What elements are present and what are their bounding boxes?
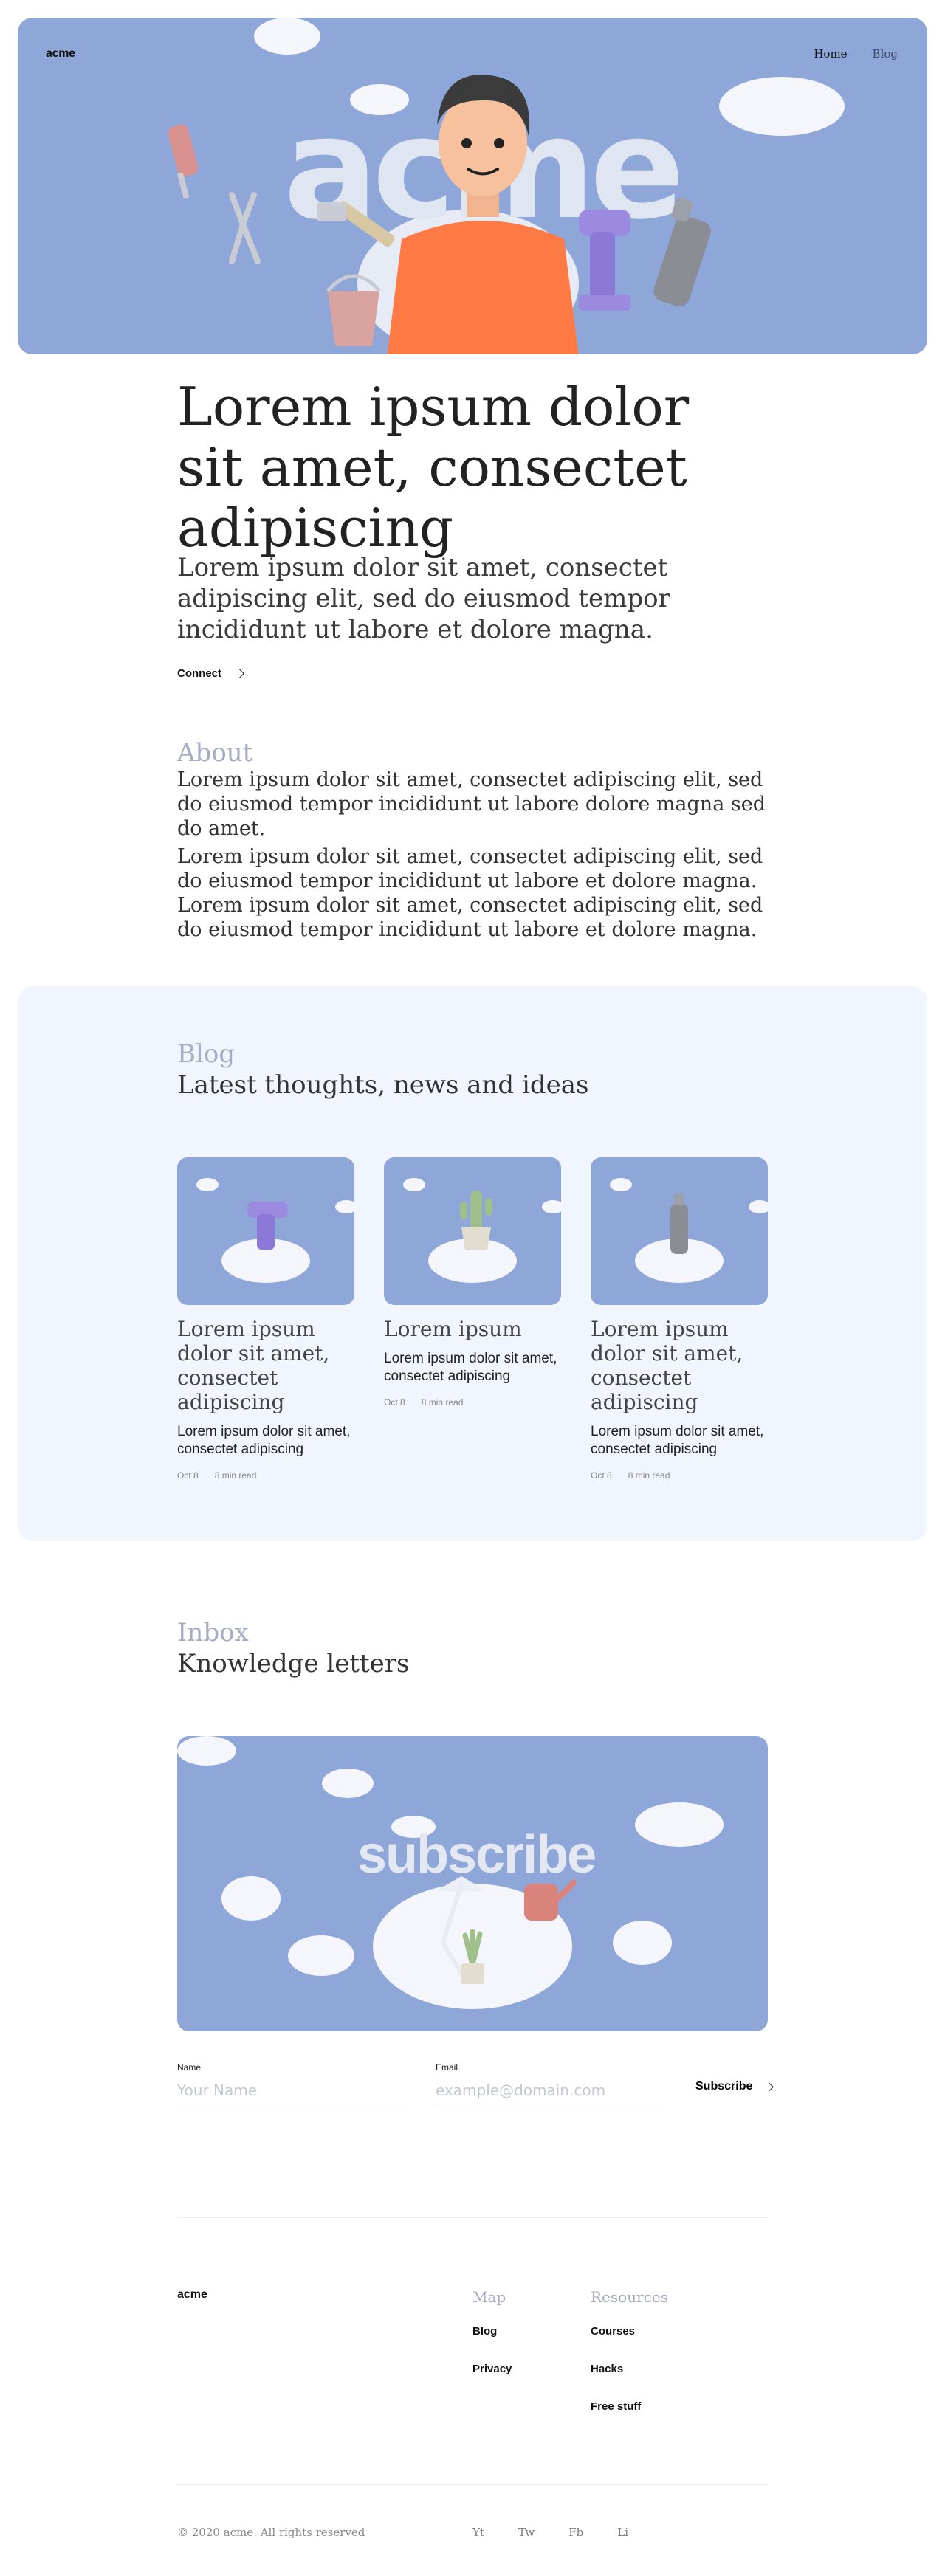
subscribe-button[interactable]: Subscribe: [695, 2080, 774, 2093]
subscribe-button-label: Subscribe: [695, 2080, 753, 2093]
blog-card-image: [591, 1157, 768, 1305]
blog-card-meta: Oct 8 8 min read: [384, 1397, 561, 1408]
cloud-decoration: [335, 1200, 354, 1213]
blog-card-title[interactable]: Lorem ipsum dolor sit amet, consectet ad…: [177, 1317, 354, 1414]
name-field-group: Name: [177, 2062, 408, 2107]
footer-logo[interactable]: acme: [177, 2288, 207, 2301]
blog-card-image: [177, 1157, 354, 1305]
nav-blog[interactable]: Blog: [873, 47, 898, 61]
page-headline: Lorem ipsum dolor sit amet, consectet ad…: [177, 376, 690, 559]
plant-icon: [461, 1929, 484, 1984]
main-nav: Home Blog: [814, 47, 898, 61]
inbox-subtitle: Knowledge letters: [177, 1649, 410, 1678]
blog-card-date: Oct 8: [591, 1470, 612, 1481]
blog-card-description: Lorem ipsum dolor sit amet, consectet ad…: [591, 1424, 764, 1457]
email-field-group: Email: [436, 2062, 666, 2107]
hero-banner: acme Home Blog acme: [18, 18, 927, 354]
blog-card[interactable]: Lorem ipsum dolor sit amet, consectet ad…: [177, 1157, 354, 1481]
cloud-decoration: [542, 1200, 561, 1213]
social-links: Yt Tw Fb Li: [472, 2526, 628, 2539]
cloud-decoration: [610, 1178, 632, 1191]
blog-card-image: [384, 1157, 561, 1305]
chevron-right-icon: [235, 669, 244, 678]
bottle-icon: [653, 197, 711, 307]
connect-label: Connect: [177, 667, 221, 680]
screwdriver-icon: [168, 124, 199, 199]
blog-card[interactable]: Lorem ipsum Lorem ipsum dolor sit amet, …: [384, 1157, 561, 1408]
email-input[interactable]: [436, 2079, 666, 2107]
inbox-title: Inbox: [177, 1618, 249, 1647]
name-input[interactable]: [177, 2079, 408, 2107]
bucket-icon: [326, 274, 381, 346]
email-label: Email: [436, 2062, 458, 2073]
cloud-decoration: [635, 1802, 724, 1847]
about-title: About: [177, 738, 253, 768]
pliers-icon: [229, 192, 261, 264]
header-logo[interactable]: acme: [46, 47, 75, 61]
footer-link-hacks[interactable]: Hacks: [591, 2363, 668, 2375]
social-youtube-link[interactable]: Yt: [472, 2526, 484, 2539]
drill-icon: [579, 210, 630, 311]
blog-card-meta: Oct 8 8 min read: [177, 1470, 354, 1481]
cloud-decoration: [719, 77, 845, 136]
footer-link-courses[interactable]: Courses: [591, 2325, 668, 2338]
social-facebook-link[interactable]: Fb: [568, 2526, 583, 2539]
social-linkedin-link[interactable]: Li: [617, 2526, 628, 2539]
footer-map-title: Map: [472, 2288, 506, 2306]
copyright-text: © 2020 acme. All rights reserved: [177, 2526, 365, 2539]
cloud-decoration: [749, 1200, 768, 1213]
blog-card-description: Lorem ipsum dolor sit amet, consectet ad…: [177, 1424, 351, 1457]
blog-card-date: Oct 8: [384, 1397, 405, 1408]
footer-link-free-stuff[interactable]: Free stuff: [591, 2400, 668, 2413]
cloud-decoration: [403, 1178, 425, 1191]
hammer-icon: [317, 201, 395, 247]
footer-map-column: Map Blog Privacy: [472, 2288, 512, 2400]
cloud-decoration: [254, 18, 320, 55]
footer-divider: [177, 2217, 768, 2218]
cloud-decoration: [288, 1935, 354, 1976]
social-twitter-link[interactable]: Tw: [518, 2526, 535, 2539]
blog-card-title[interactable]: Lorem ipsum: [384, 1317, 561, 1341]
footer-resources-title: Resources: [591, 2288, 668, 2306]
cloud-decoration: [613, 1921, 672, 1965]
name-label: Name: [177, 2062, 202, 2073]
footer-resources-column: Resources Courses Hacks Free stuff: [591, 2288, 668, 2438]
cloud-decoration: [196, 1178, 219, 1191]
blog-card-read-time: 8 min read: [628, 1470, 670, 1481]
cloud-decoration: [322, 1769, 374, 1798]
footer-link-blog[interactable]: Blog: [472, 2325, 512, 2338]
connect-link[interactable]: Connect: [177, 667, 244, 680]
footer-bottom-divider: [177, 2484, 768, 2485]
subscribe-illustration: subscribe: [177, 1736, 768, 2031]
nav-home[interactable]: Home: [814, 47, 847, 61]
blog-card-description: Lorem ipsum dolor sit amet, consectet ad…: [384, 1351, 557, 1384]
blog-card-meta: Oct 8 8 min read: [591, 1470, 768, 1481]
blog-subtitle: Latest thoughts, news and ideas: [177, 1070, 589, 1100]
intro-paragraph: Lorem ipsum dolor sit amet, consectet ad…: [177, 553, 670, 644]
chevron-right-icon: [764, 2081, 774, 2092]
watering-can-icon: [524, 1879, 576, 1921]
blog-card-date: Oct 8: [177, 1470, 199, 1481]
blog-card-read-time: 8 min read: [214, 1470, 257, 1481]
blog-card-title[interactable]: Lorem ipsum dolor sit amet, consectet ad…: [591, 1317, 768, 1414]
blog-title: Blog: [177, 1039, 236, 1069]
footer-link-privacy[interactable]: Privacy: [472, 2363, 512, 2375]
blog-card-read-time: 8 min read: [421, 1397, 464, 1408]
drill-icon: [247, 1202, 288, 1250]
about-paragraph-1: Lorem ipsum dolor sit amet, consectet ad…: [177, 768, 766, 840]
blog-card[interactable]: Lorem ipsum dolor sit amet, consectet ad…: [591, 1157, 768, 1481]
about-paragraph-2: Lorem ipsum dolor sit amet, consectet ad…: [177, 845, 763, 941]
cloud-decoration: [177, 1736, 236, 1766]
cloud-decoration: [221, 1876, 281, 1921]
cactus-icon: [460, 1191, 492, 1250]
bottle-icon: [670, 1194, 688, 1254]
